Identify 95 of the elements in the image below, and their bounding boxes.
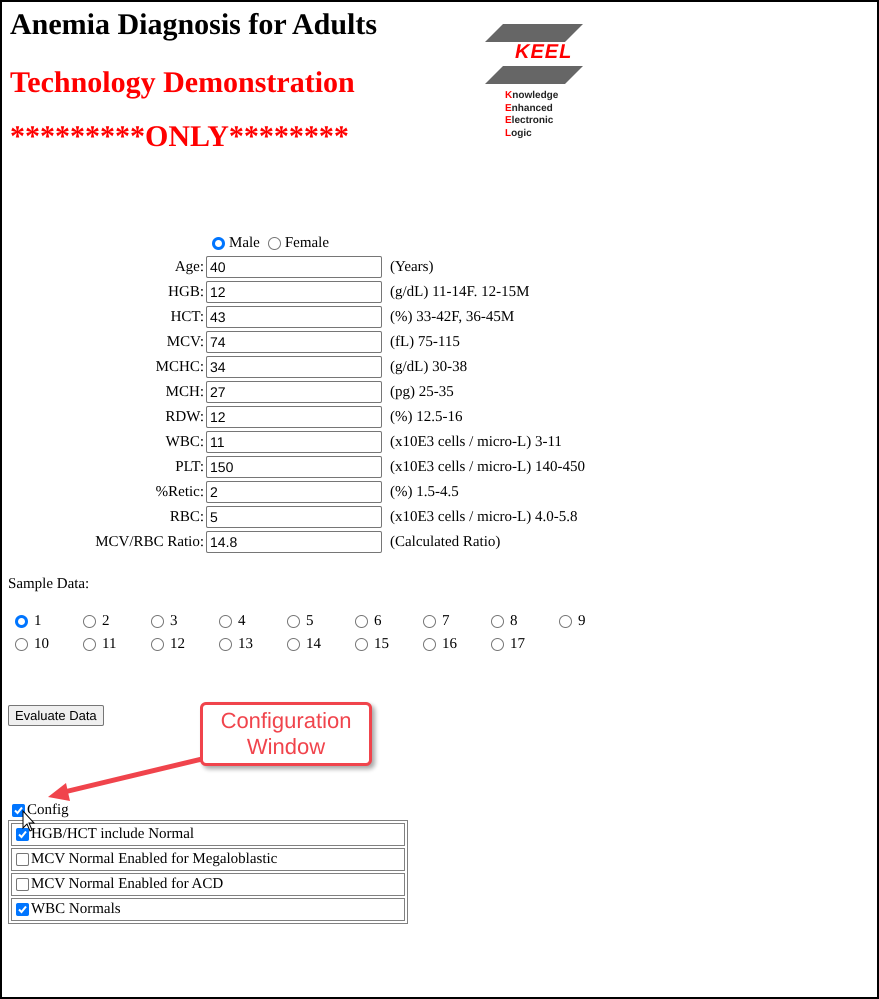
field-label: %Retic: bbox=[156, 483, 205, 502]
field-note: (x10E3 cells / micro-L) 3-11 bbox=[389, 433, 562, 452]
field-label: MCV: bbox=[166, 333, 205, 352]
field-label: HGB: bbox=[168, 283, 205, 302]
radio-label: 17 bbox=[510, 635, 525, 654]
radio-label: 6 bbox=[374, 612, 382, 632]
input-field[interactable]: 11 bbox=[206, 431, 382, 453]
evaluate-button[interactable]: Evaluate Data bbox=[8, 704, 104, 726]
checkbox[interactable] bbox=[16, 852, 29, 866]
field-note: (x10E3 cells / micro-L) 4.0-5.8 bbox=[389, 508, 578, 527]
radio-button[interactable] bbox=[212, 236, 225, 250]
sample-data-label: Sample Data: bbox=[8, 575, 90, 594]
input-field[interactable]: 27 bbox=[206, 381, 382, 403]
radio-label: 16 bbox=[442, 635, 457, 654]
field-label: RBC: bbox=[170, 508, 205, 527]
input-field[interactable]: 43 bbox=[206, 306, 382, 328]
input-field[interactable]: 40 bbox=[206, 256, 382, 278]
radio-label: 2 bbox=[102, 612, 110, 632]
input-field[interactable]: 2 bbox=[206, 481, 382, 503]
field-note: (g/dL) 11-14F. 12-15M bbox=[389, 283, 530, 302]
input-field[interactable]: 34 bbox=[206, 356, 382, 378]
page-title: Anemia Diagnosis for Adults bbox=[10, 7, 378, 43]
radio-label: 9 bbox=[578, 612, 586, 632]
logo-text: Logic bbox=[505, 128, 532, 140]
field-note: (%) 33-42F, 36-45M bbox=[389, 308, 514, 327]
radio-button[interactable] bbox=[15, 615, 28, 628]
input-field[interactable]: 150 bbox=[206, 456, 382, 478]
field-note: (%) 1.5-4.5 bbox=[389, 483, 459, 502]
radio-button[interactable] bbox=[355, 615, 368, 628]
radio-label: 7 bbox=[442, 612, 450, 632]
field-note: (%) 12.5-16 bbox=[389, 408, 462, 427]
radio-button[interactable] bbox=[491, 638, 504, 651]
radio-button[interactable] bbox=[491, 615, 504, 628]
radio-button[interactable] bbox=[423, 615, 436, 628]
arrow-icon bbox=[46, 757, 202, 803]
field-note: (g/dL) 30-38 bbox=[389, 358, 468, 377]
field-label: PLT: bbox=[175, 458, 205, 477]
checkbox-label: MCV Normal Enabled for Megaloblastic bbox=[31, 850, 278, 869]
radio-label: 13 bbox=[238, 635, 253, 654]
input-field[interactable]: 5 bbox=[206, 506, 382, 528]
radio-label: 3 bbox=[170, 612, 178, 632]
field-note: (fL) 75-115 bbox=[389, 333, 460, 352]
radio-label: 12 bbox=[170, 635, 185, 654]
radio-label: Male bbox=[229, 234, 260, 253]
notice-text: *********ONLY******** bbox=[10, 119, 349, 155]
radio-label: 4 bbox=[238, 612, 246, 632]
radio-button[interactable] bbox=[423, 638, 436, 651]
checkbox[interactable] bbox=[16, 902, 29, 916]
logo-text: Knowledge bbox=[505, 90, 558, 102]
field-note: (Calculated Ratio) bbox=[389, 533, 500, 552]
radio-button[interactable] bbox=[151, 638, 164, 651]
radio-label: 5 bbox=[306, 612, 314, 632]
logo-text: Enhanced bbox=[505, 102, 553, 115]
input-field[interactable]: 14.8 bbox=[206, 531, 382, 553]
field-label: MCV/RBC Ratio: bbox=[95, 533, 205, 552]
logo-wordmark: KEEL bbox=[515, 41, 572, 63]
radio-button[interactable] bbox=[268, 236, 281, 250]
radio-label: Female bbox=[284, 234, 329, 253]
field-label: RDW: bbox=[165, 408, 205, 427]
radio-label: 10 bbox=[34, 635, 49, 654]
field-note: (Years) bbox=[389, 258, 434, 277]
input-field[interactable]: 74 bbox=[206, 331, 382, 353]
radio-button[interactable] bbox=[83, 615, 96, 628]
checkbox[interactable] bbox=[16, 878, 29, 890]
checkbox-label: WBC Normals bbox=[31, 900, 121, 919]
field-label: MCHC: bbox=[156, 358, 205, 377]
radio-button[interactable] bbox=[15, 638, 28, 651]
radio-label: 8 bbox=[510, 612, 518, 632]
radio-button[interactable] bbox=[151, 615, 164, 628]
checkbox-label: HGB/HCT include Normal bbox=[31, 824, 194, 844]
input-field[interactable]: 12 bbox=[206, 406, 382, 428]
radio-button[interactable] bbox=[559, 615, 572, 628]
radio-label: 14 bbox=[306, 635, 321, 654]
page-subtitle: Technology Demonstration bbox=[10, 65, 355, 101]
radio-label: 1 bbox=[34, 612, 42, 632]
field-note: (pg) 25-35 bbox=[389, 383, 454, 402]
radio-button[interactable] bbox=[287, 638, 300, 651]
field-label: MCH: bbox=[166, 383, 205, 402]
checkbox-label: MCV Normal Enabled for ACD bbox=[31, 874, 224, 894]
checkbox[interactable] bbox=[12, 804, 25, 817]
radio-button[interactable] bbox=[219, 615, 232, 628]
radio-button[interactable] bbox=[83, 638, 96, 651]
logo-text: Electronic bbox=[505, 115, 554, 128]
radio-label: 15 bbox=[374, 635, 389, 654]
radio-button[interactable] bbox=[287, 615, 300, 628]
radio-button[interactable] bbox=[355, 638, 368, 651]
radio-label: 11 bbox=[102, 635, 116, 654]
field-label: WBC: bbox=[166, 433, 205, 452]
input-field[interactable]: 12 bbox=[206, 281, 382, 303]
radio-button[interactable] bbox=[219, 638, 232, 651]
field-label: HCT: bbox=[170, 308, 205, 327]
field-label: Age: bbox=[174, 258, 205, 277]
field-note: (x10E3 cells / micro-L) 140-450 bbox=[389, 458, 585, 477]
callout-box: Configuration Window bbox=[200, 702, 372, 766]
checkbox-label: Config bbox=[27, 801, 69, 820]
